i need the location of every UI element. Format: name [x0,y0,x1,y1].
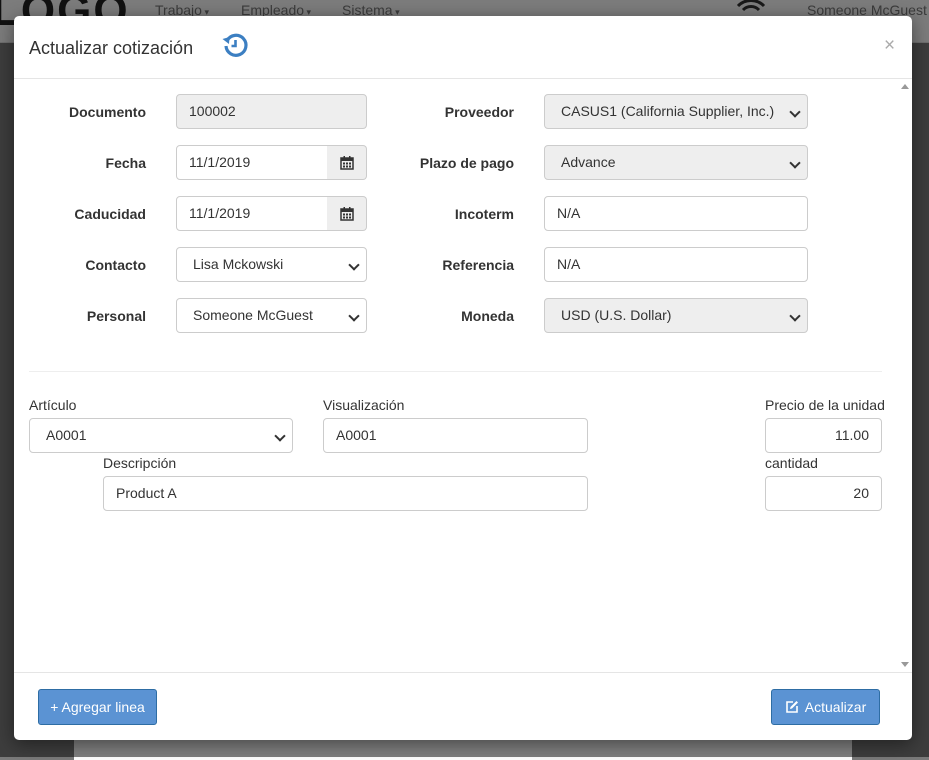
visualizacion-input[interactable]: A0001 [323,418,588,453]
chevron-down-icon [274,430,286,442]
add-line-button[interactable]: + Agregar linea [38,689,157,725]
cantidad-input[interactable]: 20 [765,476,882,511]
modal-header: Actualizar cotización × [14,16,912,79]
moneda-label: Moneda [461,308,514,324]
descripcion-label: Descripción [103,455,177,471]
modal-title: Actualizar cotización [29,38,194,58]
contacto-label: Contacto [85,257,146,273]
update-button-label: Actualizar [804,699,867,715]
personal-label: Personal [86,308,146,324]
plazo-select[interactable]: Advance [544,145,808,180]
referencia-label: Referencia [442,257,514,273]
update-quote-modal: Actualizar cotización × Documento 100002… [14,16,912,740]
incoterm-input[interactable]: N/A [544,196,808,231]
fecha-label: Fecha [105,155,146,171]
visualizacion-label: Visualización [323,397,405,413]
chevron-down-icon [789,157,801,169]
articulo-select[interactable]: A0001 [29,418,293,453]
scroll-down-arrow-icon[interactable] [901,662,909,667]
proveedor-value: CASUS1 (California Supplier, Inc.) [561,103,775,119]
precio-label: Precio de la unidad [765,397,885,413]
chevron-down-icon [789,310,801,322]
modal-body: Documento 100002 Fecha 11/1/2019 Caducid… [14,79,912,672]
calendar-icon [340,207,354,221]
plazo-value: Advance [561,154,616,170]
contacto-select[interactable]: Lisa Mckowski [176,247,367,282]
articulo-label: Artículo [29,397,77,413]
precio-input[interactable]: 11.00 [765,418,882,453]
modal-footer: + Agregar linea Actualizar [14,672,912,740]
proveedor-label: Proveedor [444,104,514,120]
caducidad-calendar-button[interactable] [327,196,367,231]
articulo-value: A0001 [46,427,87,443]
history-icon[interactable] [221,31,249,59]
divider [29,371,882,372]
moneda-value: USD (U.S. Dollar) [561,307,672,323]
chevron-down-icon [789,106,801,118]
update-button[interactable]: Actualizar [771,689,880,725]
documento-field[interactable]: 100002 [176,94,367,129]
plazo-label: Plazo de pago [419,155,514,171]
moneda-select[interactable]: USD (U.S. Dollar) [544,298,808,333]
referencia-input[interactable]: N/A [544,247,808,282]
incoterm-label: Incoterm [454,206,514,222]
chevron-down-icon [348,310,360,322]
cantidad-label: cantidad [765,455,818,471]
fecha-input[interactable]: 11/1/2019 [176,145,328,180]
proveedor-select[interactable]: CASUS1 (California Supplier, Inc.) [544,94,808,129]
descripcion-input[interactable]: Product A [103,476,588,511]
personal-select[interactable]: Someone McGuest [176,298,367,333]
calendar-icon [340,156,354,170]
fecha-calendar-button[interactable] [327,145,367,180]
chevron-down-icon [348,259,360,271]
close-button[interactable]: × [884,36,895,55]
personal-value: Someone McGuest [193,307,313,323]
caducidad-label: Caducidad [74,206,146,222]
edit-icon [785,701,798,713]
caducidad-input[interactable]: 11/1/2019 [176,196,328,231]
scrollbar[interactable] [898,79,912,672]
contacto-value: Lisa Mckowski [193,256,284,272]
scroll-up-arrow-icon[interactable] [901,84,909,89]
documento-label: Documento [69,104,146,120]
